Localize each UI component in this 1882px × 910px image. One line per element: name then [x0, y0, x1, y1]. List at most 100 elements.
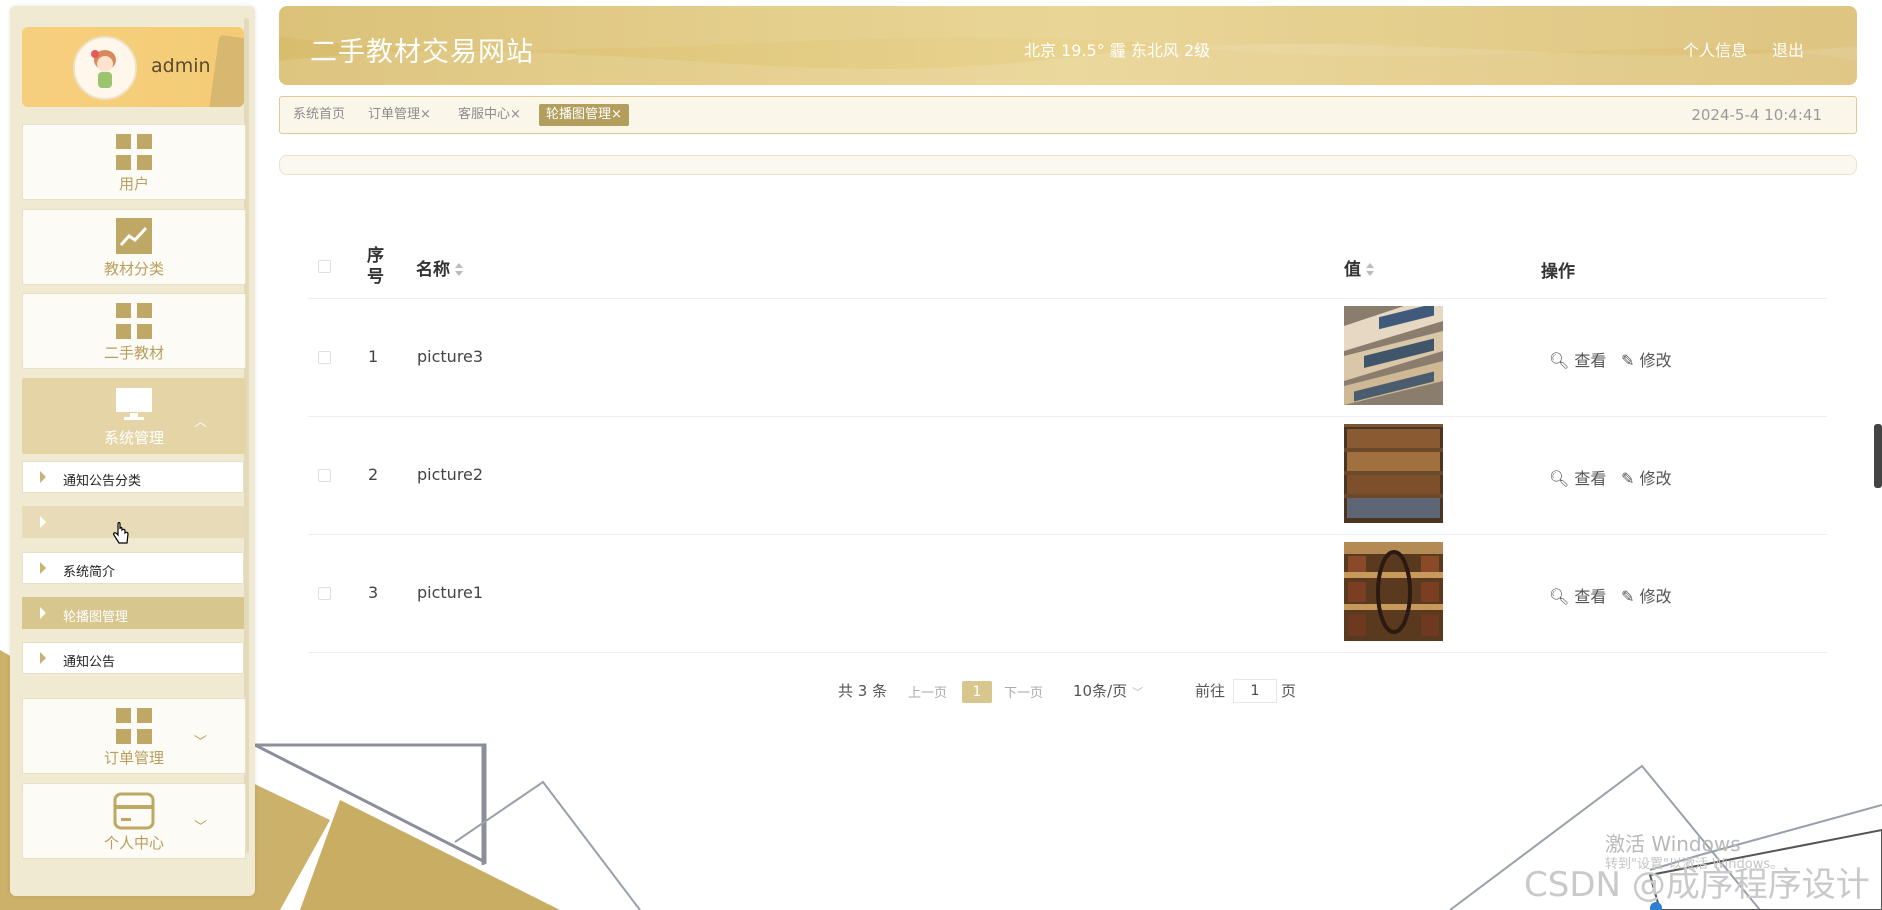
page-number-1[interactable]: 1 [962, 681, 992, 703]
search-icon: 🔍︎ [1549, 587, 1570, 606]
edit-button[interactable]: ✎ 修改 [1621, 583, 1672, 607]
sidebar-item-system-management[interactable]: 系统管理 ︿ [22, 378, 246, 454]
edit-button[interactable]: ✎ 修改 [1621, 347, 1672, 371]
page-size-value: 10条/页 [1073, 682, 1128, 700]
tab-label: 客服中心 [458, 107, 511, 122]
sidebar: admin 用户 教材分类 二手教材 系统管理 ︿ 通知公告分类 系统简介 轮播… [10, 6, 255, 896]
edit-icon: ✎ [1621, 587, 1635, 606]
sidebar-item-textbook-category[interactable]: 教材分类 [22, 209, 246, 285]
page-size-select[interactable]: 10条/页 ﹀ [1073, 680, 1143, 701]
sidebar-subitem-notice-category[interactable]: 通知公告分类 [22, 461, 244, 493]
row-name: picture3 [417, 347, 484, 366]
sidebar-item-personal-center[interactable]: 个人中心 ﹀ [22, 783, 246, 859]
search-area-strip [279, 155, 1857, 175]
search-icon: 🔍︎ [1549, 469, 1570, 488]
sidebar-item-label: 系统管理 [103, 429, 164, 447]
caret-right-icon [40, 471, 46, 483]
user-profile-card: admin [22, 27, 244, 107]
hand-cursor-icon [113, 522, 129, 544]
view-label: 查看 [1574, 351, 1607, 370]
sidebar-subitem-notices[interactable]: 通知公告 [22, 642, 244, 674]
bookshelves-image[interactable] [1344, 306, 1443, 405]
caret-right-icon [40, 607, 46, 619]
sidebar-item-label: 二手教材 [103, 344, 164, 362]
goto-page-input[interactable]: 1 [1233, 679, 1277, 703]
view-button[interactable]: 🔍︎ 查看 [1549, 347, 1606, 371]
csdn-watermark: CSDN @成序程序设计 [1524, 865, 1870, 905]
view-button[interactable]: 🔍︎ 查看 [1549, 583, 1606, 607]
close-icon[interactable]: × [420, 107, 431, 122]
header-label: 名称 [416, 260, 450, 280]
edit-label: 修改 [1639, 351, 1672, 370]
close-icon[interactable]: × [510, 107, 521, 122]
sidebar-item-label: 用户 [118, 175, 149, 193]
tab-carousel-management[interactable]: 轮播图管理× [539, 104, 629, 126]
chevron-down-icon: ﹀ [193, 735, 207, 750]
logout-link[interactable]: 退出 [1772, 37, 1804, 61]
sidebar-item-used-textbooks[interactable]: 二手教材 [22, 293, 246, 369]
grid-icon [116, 303, 152, 339]
view-label: 查看 [1574, 469, 1607, 488]
chart-icon [116, 218, 152, 254]
profile-link[interactable]: 个人信息 [1683, 37, 1747, 61]
column-header-actions: 操作 [1541, 262, 1575, 282]
profile-decoration [208, 34, 244, 107]
chevron-up-icon: ︿ [193, 415, 207, 430]
close-icon[interactable]: × [611, 107, 622, 122]
table-header: 序号 名称 值 操作 [308, 236, 1827, 299]
tabs-bar: 系统首页 订单管理× 客服中心× 轮播图管理× 2024-5-4 10:4:41 [279, 96, 1857, 134]
tab-customer-service[interactable]: 客服中心× [458, 104, 521, 126]
tab-orders[interactable]: 订单管理× [368, 104, 431, 126]
grid-icon [116, 134, 152, 170]
select-all-checkbox[interactable] [318, 260, 331, 273]
edit-button[interactable]: ✎ 修改 [1621, 465, 1672, 489]
edit-label: 修改 [1639, 469, 1672, 488]
edit-icon: ✎ [1621, 469, 1635, 488]
row-name: picture2 [417, 465, 484, 484]
row-index: 2 [368, 465, 379, 484]
row-checkbox[interactable] [318, 351, 331, 364]
bookshelves-image[interactable] [1344, 424, 1443, 523]
sort-icon[interactable] [1366, 263, 1374, 277]
next-page-button[interactable]: 下一页 [1004, 682, 1043, 701]
caret-right-icon [40, 516, 46, 528]
library-image[interactable] [1344, 542, 1443, 641]
card-icon [113, 792, 155, 830]
weather-info: 北京 19.5° 霾 东北风 2级 [1024, 41, 1211, 60]
edit-label: 修改 [1639, 587, 1672, 606]
view-button[interactable]: 🔍︎ 查看 [1549, 465, 1606, 489]
sidebar-item-label: 个人中心 [103, 834, 164, 852]
subitem-label: 通知公告分类 [63, 474, 142, 489]
tab-label: 订单管理 [368, 107, 421, 122]
view-label: 查看 [1574, 587, 1607, 606]
page-scrollbar[interactable] [1874, 424, 1882, 488]
table-row: 3 picture1 🔍︎ 查看 ✎ 修改 [308, 535, 1827, 653]
subitem-label: 系统简介 [63, 565, 116, 580]
pagination-total: 共 3 条 [838, 682, 888, 700]
sidebar-item-users[interactable]: 用户 [22, 124, 246, 200]
sidebar-item-order-management[interactable]: 订单管理 ﹀ [22, 698, 246, 774]
column-header-name[interactable]: 名称 [416, 255, 463, 280]
row-checkbox[interactable] [318, 469, 331, 482]
chevron-down-icon: ﹀ [193, 820, 207, 835]
sidebar-subitem-hovered[interactable] [22, 506, 244, 538]
search-icon: 🔍︎ [1549, 351, 1570, 370]
current-datetime: 2024-5-4 10:4:41 [1691, 106, 1822, 124]
prev-page-button[interactable]: 上一页 [908, 682, 947, 701]
caret-right-icon [40, 562, 46, 574]
header-label: 值 [1344, 260, 1361, 280]
username: admin [151, 55, 211, 77]
sidebar-subitem-carousel[interactable]: 轮播图管理 [22, 597, 244, 629]
row-index: 3 [368, 583, 379, 602]
sidebar-item-label: 教材分类 [103, 260, 164, 278]
site-title: 二手教材交易网站 [310, 37, 534, 68]
monitor-icon [116, 388, 152, 420]
subitem-label: 通知公告 [63, 655, 116, 670]
row-checkbox[interactable] [318, 587, 331, 600]
grid-icon [116, 708, 152, 744]
table-row: 2 picture2 🔍︎ 查看 ✎ 修改 [308, 417, 1827, 535]
sort-icon[interactable] [455, 263, 463, 277]
column-header-value[interactable]: 值 [1344, 255, 1374, 280]
tab-home[interactable]: 系统首页 [293, 104, 345, 126]
sidebar-subitem-system-intro[interactable]: 系统简介 [22, 552, 244, 584]
